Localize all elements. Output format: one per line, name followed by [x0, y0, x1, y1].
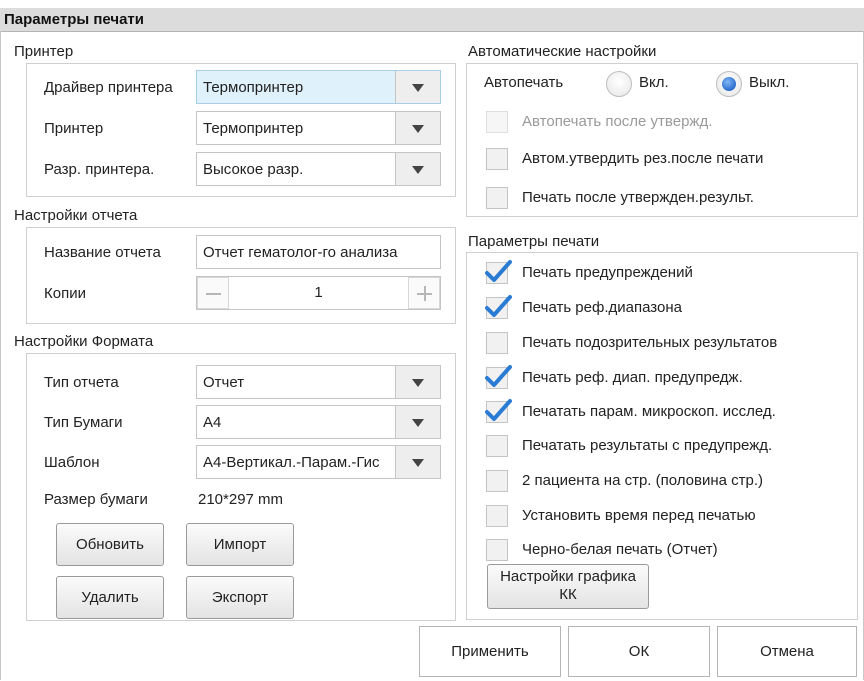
print-option-checkbox[interactable] [486, 435, 508, 457]
autoprint-on-radio[interactable] [606, 71, 632, 97]
import-button[interactable]: Импорт [186, 523, 294, 566]
print-option-checkbox[interactable] [486, 505, 508, 527]
qc-button-line2: КК [559, 586, 577, 603]
report-name-label: Название отчета [44, 244, 161, 261]
report-name-field[interactable]: Отчет гематолог-го анализа [196, 235, 441, 269]
report-group-title: Настройки отчета [14, 207, 138, 224]
print-option-checkbox[interactable] [486, 470, 508, 492]
driver-label: Драйвер принтера [44, 79, 173, 96]
report-type-value: Отчет [203, 374, 245, 391]
autoprint-label: Автопечать [484, 74, 564, 91]
qc-chart-settings-button[interactable]: Настройки графика КК [487, 564, 649, 609]
driver-value: Термопринтер [203, 79, 304, 96]
printer-value: Термопринтер [203, 120, 304, 137]
autoprint-off-label: Выкл. [749, 74, 790, 91]
print-option-label: Черно-белая печать (Отчет) [522, 541, 718, 558]
print-option-checkbox[interactable] [486, 332, 508, 354]
copies-label: Копии [44, 285, 86, 302]
export-button[interactable]: Экспорт [186, 576, 294, 619]
print-params-title: Параметры печати [468, 233, 600, 250]
template-value: А4-Вертикал.-Парам.-Гис [203, 454, 380, 471]
printer-label: Принтер [44, 120, 104, 137]
cancel-button[interactable]: Отмена [717, 626, 857, 677]
print-option-checkbox[interactable] [485, 295, 512, 319]
print-option-checkbox[interactable] [485, 365, 512, 389]
template-combo[interactable]: А4-Вертикал.-Парам.-Гис [196, 445, 441, 479]
template-label: Шаблон [44, 454, 100, 471]
update-button[interactable]: Обновить [56, 523, 164, 566]
paper-size-value: 210*297 mm [198, 491, 284, 508]
checkmark-icon [485, 295, 512, 317]
auto-approve-after-print-checkbox[interactable] [486, 148, 508, 170]
resolution-value: Высокое разр. [203, 161, 304, 178]
copies-value: 1 [314, 284, 323, 301]
checkmark-icon [485, 260, 512, 282]
checkmark-icon [485, 365, 512, 387]
paper-type-combo[interactable]: А4 [196, 405, 441, 439]
ok-button[interactable]: ОК [568, 626, 710, 677]
driver-combo[interactable]: Термопринтер [196, 70, 441, 104]
format-group-title: Настройки Формата [14, 333, 154, 350]
print-option-label: Печать реф.диапазона [522, 299, 682, 316]
print-after-approve-label: Печать после утвержден.результ. [522, 189, 754, 206]
print-option-label: Печатать результаты с предупрежд. [522, 437, 773, 454]
copies-stepper[interactable]: 1 [196, 276, 441, 310]
window-titlebar: Параметры печати [0, 8, 864, 32]
qc-button-line1: Настройки графика [500, 568, 636, 585]
print-option-label: Печатать парам. микроскоп. исслед. [522, 403, 776, 420]
printer-combo[interactable]: Термопринтер [196, 111, 441, 145]
chevron-down-icon[interactable] [395, 446, 440, 478]
report-type-label: Тип отчета [44, 374, 119, 391]
delete-button[interactable]: Удалить [56, 576, 164, 619]
printer-group-title: Принтер [14, 43, 74, 60]
print-option-checkbox[interactable] [485, 260, 512, 284]
top-edge [0, 0, 864, 8]
autoprint-after-approve-checkbox[interactable] [486, 111, 508, 133]
chevron-down-icon[interactable] [395, 153, 440, 185]
autoprint-on-label: Вкл. [639, 74, 669, 91]
autoprint-after-approve-label: Автопечать после утвержд. [522, 113, 713, 130]
chevron-down-icon[interactable] [395, 112, 440, 144]
window-title: Параметры печати [4, 11, 145, 28]
print-option-label: Печать реф. диап. предупредж. [522, 369, 743, 386]
autoprint-off-radio[interactable] [716, 71, 742, 97]
plus-icon[interactable] [408, 277, 440, 309]
print-option-checkbox[interactable] [485, 399, 512, 423]
paper-type-label: Тип Бумаги [44, 414, 123, 431]
checkmark-icon [485, 399, 512, 421]
print-option-label: Печать предупреждений [522, 264, 693, 281]
auto-group-title: Автоматические настройки [468, 43, 657, 60]
chevron-down-icon[interactable] [395, 71, 440, 103]
print-option-label: Печать подозрительных результатов [522, 334, 778, 351]
print-after-approve-checkbox[interactable] [486, 187, 508, 209]
print-option-checkbox[interactable] [486, 539, 508, 561]
resolution-combo[interactable]: Высокое разр. [196, 152, 441, 186]
auto-approve-after-print-label: Автом.утвердить рез.после печати [522, 150, 764, 167]
paper-type-value: А4 [203, 414, 222, 431]
resolution-label: Разр. принтера. [44, 161, 155, 178]
chevron-down-icon[interactable] [395, 366, 440, 398]
chevron-down-icon[interactable] [395, 406, 440, 438]
print-option-label: Установить время перед печатью [522, 507, 756, 524]
report-name-value: Отчет гематолог-го анализа [203, 244, 398, 261]
print-option-label: 2 пациента на стр. (половина стр.) [522, 472, 764, 489]
report-type-combo[interactable]: Отчет [196, 365, 441, 399]
apply-button[interactable]: Применить [419, 626, 561, 677]
paper-size-label: Размер бумаги [44, 491, 148, 508]
